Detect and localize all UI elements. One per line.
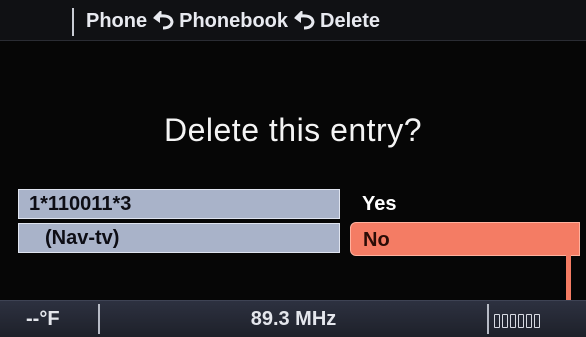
entry-name: (Nav-tv) (18, 223, 340, 253)
status-divider (487, 304, 489, 334)
return-arrow-icon (151, 11, 177, 31)
signal-bar (534, 314, 540, 328)
header-divider (72, 8, 74, 36)
no-option[interactable]: No (350, 222, 580, 256)
signal-bar (502, 314, 508, 328)
signal-bar (510, 314, 516, 328)
breadcrumb: Phone Phonebook Delete (86, 9, 380, 33)
return-arrow-icon (292, 11, 318, 31)
crumb-phonebook[interactable]: Phonebook (179, 10, 288, 33)
signal-bar (526, 314, 532, 328)
yes-option[interactable]: Yes (350, 187, 580, 221)
signal-strength-icon (494, 310, 540, 328)
signal-bar (494, 314, 500, 328)
phone-display: Phone Phonebook Delete Delete this entry… (0, 0, 586, 337)
header-bar: Phone Phonebook Delete (0, 0, 586, 41)
temperature-readout: --°F (26, 308, 60, 330)
crumb-phone[interactable]: Phone (86, 10, 147, 33)
dialog-question: Delete this entry? (163, 112, 422, 148)
radio-frequency: 89.3 MHz (250, 308, 337, 330)
signal-bar (518, 314, 524, 328)
entry-number: 1*110011*3 (18, 189, 340, 219)
crumb-delete: Delete (320, 9, 381, 32)
